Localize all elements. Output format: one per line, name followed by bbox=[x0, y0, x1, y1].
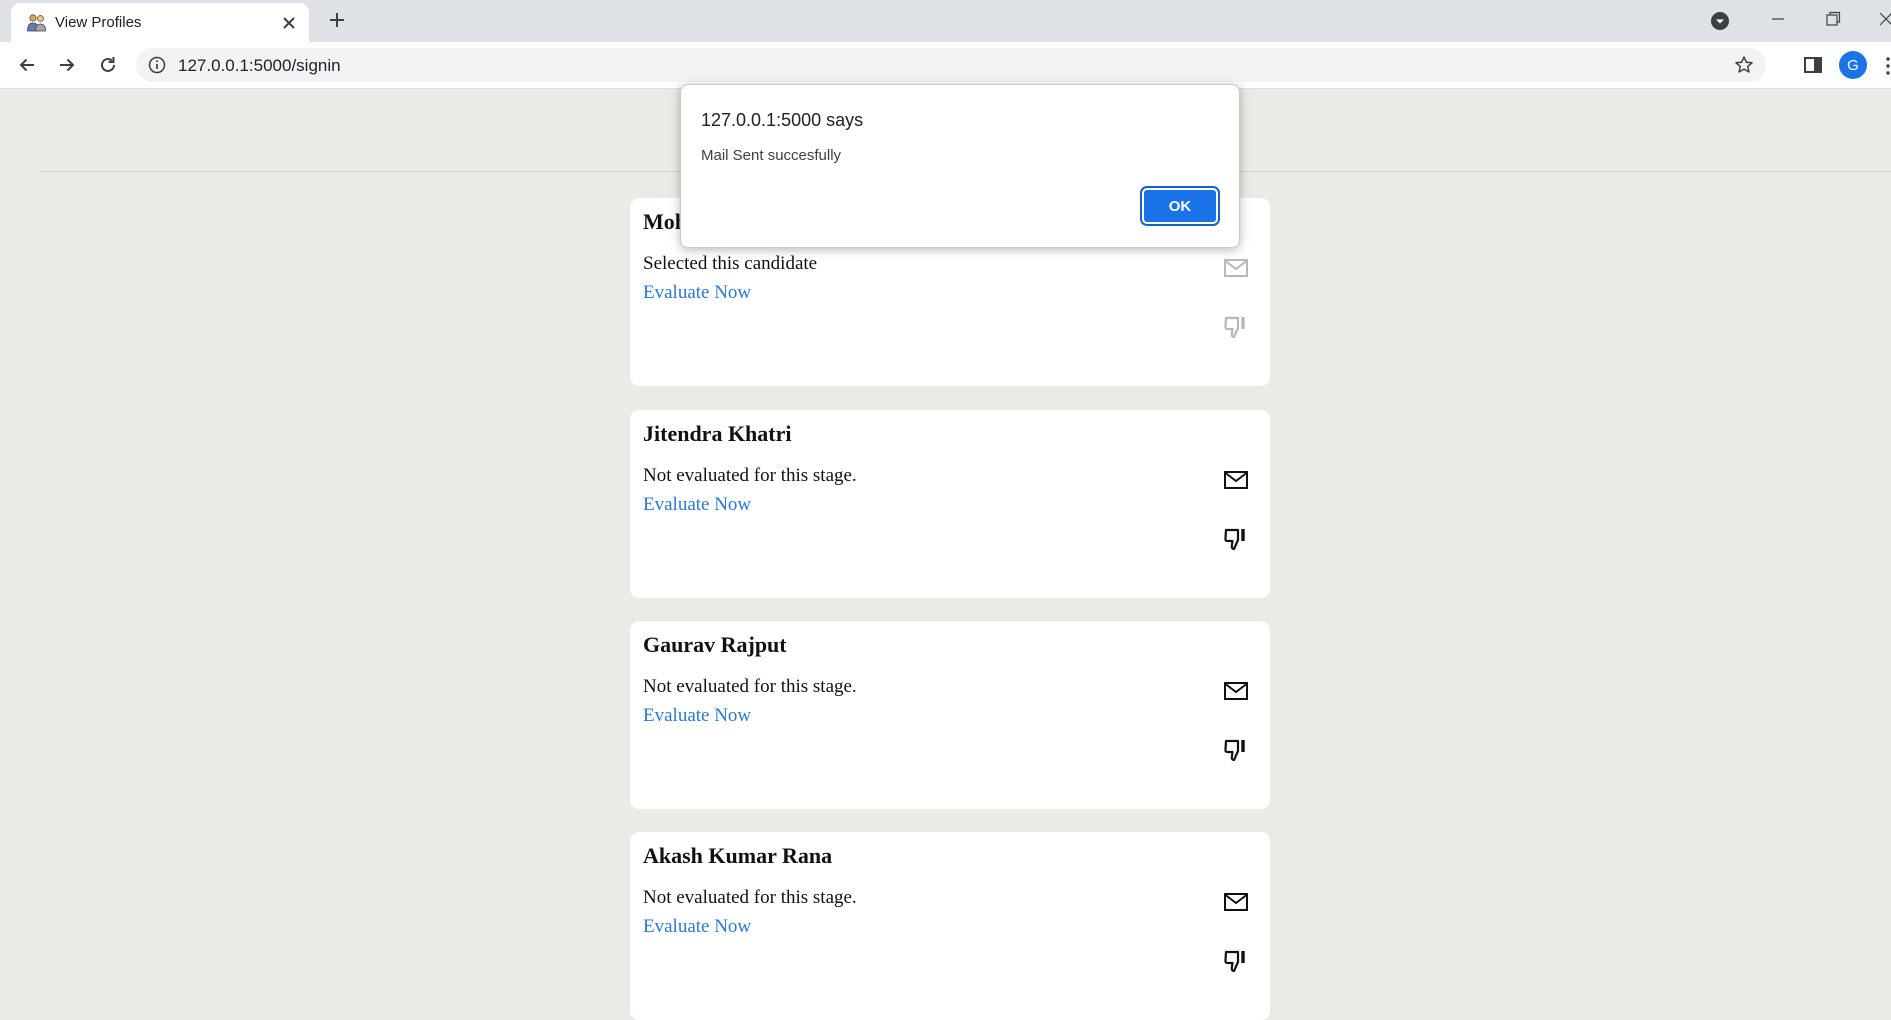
thumbs-down-icon[interactable] bbox=[1223, 948, 1249, 974]
candidate-card: Gaurav Rajput Not evaluated for this sta… bbox=[630, 621, 1270, 809]
candidate-name: Jitendra Khatri bbox=[643, 421, 792, 446]
candidate-card: Akash Kumar Rana Not evaluated for this … bbox=[630, 832, 1270, 1020]
candidate-status: Not evaluated for this stage. bbox=[643, 887, 857, 908]
mail-icon[interactable] bbox=[1223, 257, 1249, 279]
evaluate-now-link[interactable]: Evaluate Now bbox=[643, 494, 751, 516]
candidate-card: Jitendra Khatri Not evaluated for this s… bbox=[630, 410, 1270, 598]
more-menu-icon[interactable] bbox=[1882, 56, 1891, 76]
candidate-name: Gaurav Rajput bbox=[643, 632, 787, 657]
mail-icon[interactable] bbox=[1223, 891, 1249, 913]
candidate-status: Not evaluated for this stage. bbox=[643, 676, 857, 697]
people-favicon-icon bbox=[26, 12, 47, 33]
window-close-icon[interactable] bbox=[1876, 9, 1891, 29]
restore-icon[interactable] bbox=[1823, 9, 1843, 29]
evaluate-now-link[interactable]: Evaluate Now bbox=[643, 916, 751, 938]
side-panel-icon[interactable] bbox=[1802, 54, 1824, 76]
close-icon[interactable] bbox=[278, 12, 299, 33]
candidate-status: Selected this candidate bbox=[643, 253, 818, 274]
evaluate-now-link[interactable]: Evaluate Now bbox=[643, 705, 751, 727]
tab-title: View Profiles bbox=[55, 14, 142, 31]
address-bar[interactable]: 127.0.0.1:5000/signin bbox=[136, 48, 1766, 82]
thumbs-down-icon[interactable] bbox=[1223, 526, 1249, 552]
thumbs-down-icon[interactable] bbox=[1223, 737, 1249, 763]
thumbs-down-icon[interactable] bbox=[1223, 314, 1249, 340]
browser-toolbar: 127.0.0.1:5000/signin G bbox=[0, 42, 1891, 89]
mail-icon[interactable] bbox=[1223, 469, 1249, 491]
plus-icon[interactable] bbox=[325, 8, 349, 32]
alert-title: 127.0.0.1:5000 says bbox=[701, 110, 864, 130]
mail-icon[interactable] bbox=[1223, 680, 1249, 702]
candidate-status: Not evaluated for this stage. bbox=[643, 465, 857, 486]
info-icon[interactable] bbox=[148, 56, 166, 74]
alert-message: Mail Sent succesfully bbox=[701, 147, 842, 164]
evaluate-now-link[interactable]: Evaluate Now bbox=[643, 282, 751, 304]
arrow-right-icon[interactable] bbox=[54, 52, 80, 78]
ok-button[interactable]: OK bbox=[1140, 186, 1220, 226]
profile-avatar[interactable]: G bbox=[1839, 51, 1867, 79]
tab-search-icon[interactable] bbox=[1710, 11, 1730, 31]
alert-dialog: 127.0.0.1:5000 says Mail Sent succesfull… bbox=[680, 84, 1240, 248]
tab-strip: View Profiles bbox=[0, 0, 1891, 42]
arrow-left-icon[interactable] bbox=[14, 52, 40, 78]
candidate-name: Akash Kumar Rana bbox=[643, 843, 833, 868]
reload-icon[interactable] bbox=[95, 52, 121, 78]
minimize-icon[interactable] bbox=[1768, 9, 1788, 29]
url-text[interactable]: 127.0.0.1:5000/signin bbox=[178, 56, 341, 76]
browser-tab[interactable]: View Profiles bbox=[11, 3, 309, 42]
star-icon[interactable] bbox=[1734, 55, 1754, 75]
